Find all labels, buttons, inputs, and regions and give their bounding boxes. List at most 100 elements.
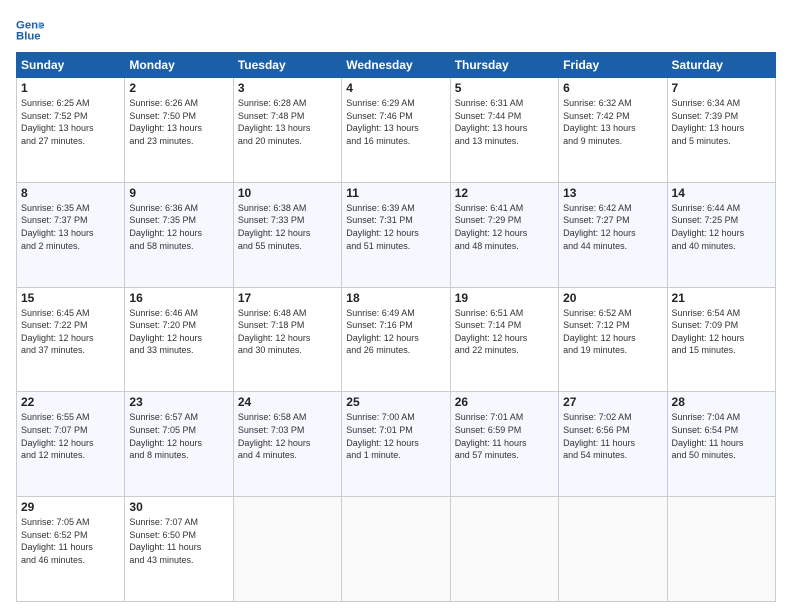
logo-icon: General Blue [16, 16, 44, 44]
cell-info: Sunrise: 6:38 AMSunset: 7:33 PMDaylight:… [238, 202, 337, 252]
cell-info: Sunrise: 6:28 AMSunset: 7:48 PMDaylight:… [238, 97, 337, 147]
calendar-cell: 5 Sunrise: 6:31 AMSunset: 7:44 PMDaylight… [450, 78, 558, 183]
calendar-cell: 27 Sunrise: 7:02 AMSunset: 6:56 PMDayligh… [559, 392, 667, 497]
logo: General Blue [16, 16, 44, 44]
calendar-cell: 16 Sunrise: 6:46 AMSunset: 7:20 PMDayligh… [125, 287, 233, 392]
cell-info: Sunrise: 6:26 AMSunset: 7:50 PMDaylight:… [129, 97, 228, 147]
calendar-cell [450, 497, 558, 602]
weekday-header: Friday [559, 53, 667, 78]
calendar-week-row: 15 Sunrise: 6:45 AMSunset: 7:22 PMDayligh… [17, 287, 776, 392]
weekday-header: Thursday [450, 53, 558, 78]
cell-info: Sunrise: 6:36 AMSunset: 7:35 PMDaylight:… [129, 202, 228, 252]
calendar-cell: 20Sunrise: 6:52 AMSunset: 7:12 PMDayligh… [559, 287, 667, 392]
cell-info: Sunrise: 6:51 AMSunset: 7:14 PMDaylight:… [455, 307, 554, 357]
cell-info: Sunrise: 6:42 AMSunset: 7:27 PMDaylight:… [563, 202, 662, 252]
day-number: 18 [346, 291, 445, 305]
calendar-cell: 6Sunrise: 6:32 AMSunset: 7:42 PMDaylight… [559, 78, 667, 183]
day-number: 7 [672, 81, 771, 95]
calendar-cell: 15 Sunrise: 6:45 AMSunset: 7:22 PMDayligh… [17, 287, 125, 392]
calendar-cell: 24 Sunrise: 6:58 AMSunset: 7:03 PMDayligh… [233, 392, 341, 497]
calendar-cell: 2 Sunrise: 6:26 AMSunset: 7:50 PMDaylight… [125, 78, 233, 183]
day-number: 29 [21, 500, 120, 514]
calendar-cell: 19 Sunrise: 6:51 AMSunset: 7:14 PMDayligh… [450, 287, 558, 392]
day-number: 2 [129, 81, 228, 95]
day-number: 14 [672, 186, 771, 200]
calendar-table: SundayMondayTuesdayWednesdayThursdayFrid… [16, 52, 776, 602]
cell-info: Sunrise: 6:48 AMSunset: 7:18 PMDaylight:… [238, 307, 337, 357]
cell-info: Sunrise: 6:29 AMSunset: 7:46 PMDaylight:… [346, 97, 445, 147]
cell-info: Sunrise: 6:54 AMSunset: 7:09 PMDaylight:… [672, 307, 771, 357]
day-number: 10 [238, 186, 337, 200]
cell-info: Sunrise: 7:01 AMSunset: 6:59 PMDaylight:… [455, 411, 554, 461]
cell-info: Sunrise: 7:05 AMSunset: 6:52 PMDaylight:… [21, 516, 120, 566]
day-number: 21 [672, 291, 771, 305]
calendar-week-row: 22Sunrise: 6:55 AMSunset: 7:07 PMDayligh… [17, 392, 776, 497]
weekday-header: Sunday [17, 53, 125, 78]
day-number: 13 [563, 186, 662, 200]
day-number: 23 [129, 395, 228, 409]
day-number: 17 [238, 291, 337, 305]
cell-info: Sunrise: 6:45 AMSunset: 7:22 PMDaylight:… [21, 307, 120, 357]
calendar-cell: 30Sunrise: 7:07 AMSunset: 6:50 PMDayligh… [125, 497, 233, 602]
day-number: 25 [346, 395, 445, 409]
calendar-cell: 28Sunrise: 7:04 AMSunset: 6:54 PMDayligh… [667, 392, 775, 497]
day-number: 24 [238, 395, 337, 409]
weekday-header: Saturday [667, 53, 775, 78]
day-number: 16 [129, 291, 228, 305]
calendar-cell: 1 Sunrise: 6:25 AMSunset: 7:52 PMDaylight… [17, 78, 125, 183]
day-number: 11 [346, 186, 445, 200]
calendar-cell [559, 497, 667, 602]
cell-info: Sunrise: 6:34 AMSunset: 7:39 PMDaylight:… [672, 97, 771, 147]
calendar-cell: 18 Sunrise: 6:49 AMSunset: 7:16 PMDayligh… [342, 287, 450, 392]
cell-info: Sunrise: 6:46 AMSunset: 7:20 PMDaylight:… [129, 307, 228, 357]
day-number: 12 [455, 186, 554, 200]
calendar-header-row: SundayMondayTuesdayWednesdayThursdayFrid… [17, 53, 776, 78]
day-number: 22 [21, 395, 120, 409]
calendar-cell: 22Sunrise: 6:55 AMSunset: 7:07 PMDayligh… [17, 392, 125, 497]
cell-info: Sunrise: 7:00 AMSunset: 7:01 PMDaylight:… [346, 411, 445, 461]
day-number: 4 [346, 81, 445, 95]
calendar-week-row: 8 Sunrise: 6:35 AMSunset: 7:37 PMDaylight… [17, 182, 776, 287]
cell-info: Sunrise: 6:52 AMSunset: 7:12 PMDaylight:… [563, 307, 662, 357]
calendar-cell: 13 Sunrise: 6:42 AMSunset: 7:27 PMDayligh… [559, 182, 667, 287]
calendar-cell: 29 Sunrise: 7:05 AMSunset: 6:52 PMDayligh… [17, 497, 125, 602]
cell-info: Sunrise: 6:57 AMSunset: 7:05 PMDaylight:… [129, 411, 228, 461]
day-number: 30 [129, 500, 228, 514]
calendar-cell: 7 Sunrise: 6:34 AMSunset: 7:39 PMDaylight… [667, 78, 775, 183]
day-number: 6 [563, 81, 662, 95]
day-number: 1 [21, 81, 120, 95]
day-number: 19 [455, 291, 554, 305]
calendar-week-row: 29 Sunrise: 7:05 AMSunset: 6:52 PMDayligh… [17, 497, 776, 602]
calendar-cell: 12Sunrise: 6:41 AMSunset: 7:29 PMDayligh… [450, 182, 558, 287]
day-number: 26 [455, 395, 554, 409]
cell-info: Sunrise: 6:39 AMSunset: 7:31 PMDaylight:… [346, 202, 445, 252]
calendar-cell: 14 Sunrise: 6:44 AMSunset: 7:25 PMDayligh… [667, 182, 775, 287]
calendar-cell: 9 Sunrise: 6:36 AMSunset: 7:35 PMDaylight… [125, 182, 233, 287]
cell-info: Sunrise: 6:58 AMSunset: 7:03 PMDaylight:… [238, 411, 337, 461]
day-number: 8 [21, 186, 120, 200]
calendar-cell: 21 Sunrise: 6:54 AMSunset: 7:09 PMDayligh… [667, 287, 775, 392]
cell-info: Sunrise: 7:04 AMSunset: 6:54 PMDaylight:… [672, 411, 771, 461]
cell-info: Sunrise: 6:44 AMSunset: 7:25 PMDaylight:… [672, 202, 771, 252]
calendar-cell [342, 497, 450, 602]
cell-info: Sunrise: 6:35 AMSunset: 7:37 PMDaylight:… [21, 202, 120, 252]
cell-info: Sunrise: 7:02 AMSunset: 6:56 PMDaylight:… [563, 411, 662, 461]
calendar-cell: 26 Sunrise: 7:01 AMSunset: 6:59 PMDayligh… [450, 392, 558, 497]
day-number: 9 [129, 186, 228, 200]
day-number: 27 [563, 395, 662, 409]
calendar-cell: 8 Sunrise: 6:35 AMSunset: 7:37 PMDaylight… [17, 182, 125, 287]
calendar-cell: 17 Sunrise: 6:48 AMSunset: 7:18 PMDayligh… [233, 287, 341, 392]
calendar-cell [667, 497, 775, 602]
header: General Blue [16, 16, 776, 44]
day-number: 15 [21, 291, 120, 305]
calendar-cell: 3 Sunrise: 6:28 AMSunset: 7:48 PMDaylight… [233, 78, 341, 183]
weekday-header: Wednesday [342, 53, 450, 78]
cell-info: Sunrise: 6:31 AMSunset: 7:44 PMDaylight:… [455, 97, 554, 147]
day-number: 5 [455, 81, 554, 95]
cell-info: Sunrise: 6:49 AMSunset: 7:16 PMDaylight:… [346, 307, 445, 357]
cell-info: Sunrise: 6:25 AMSunset: 7:52 PMDaylight:… [21, 97, 120, 147]
calendar-cell: 25 Sunrise: 7:00 AMSunset: 7:01 PMDayligh… [342, 392, 450, 497]
page: General Blue SundayMondayTuesdayWednesda… [0, 0, 792, 612]
calendar-body: 1 Sunrise: 6:25 AMSunset: 7:52 PMDaylight… [17, 78, 776, 602]
day-number: 3 [238, 81, 337, 95]
